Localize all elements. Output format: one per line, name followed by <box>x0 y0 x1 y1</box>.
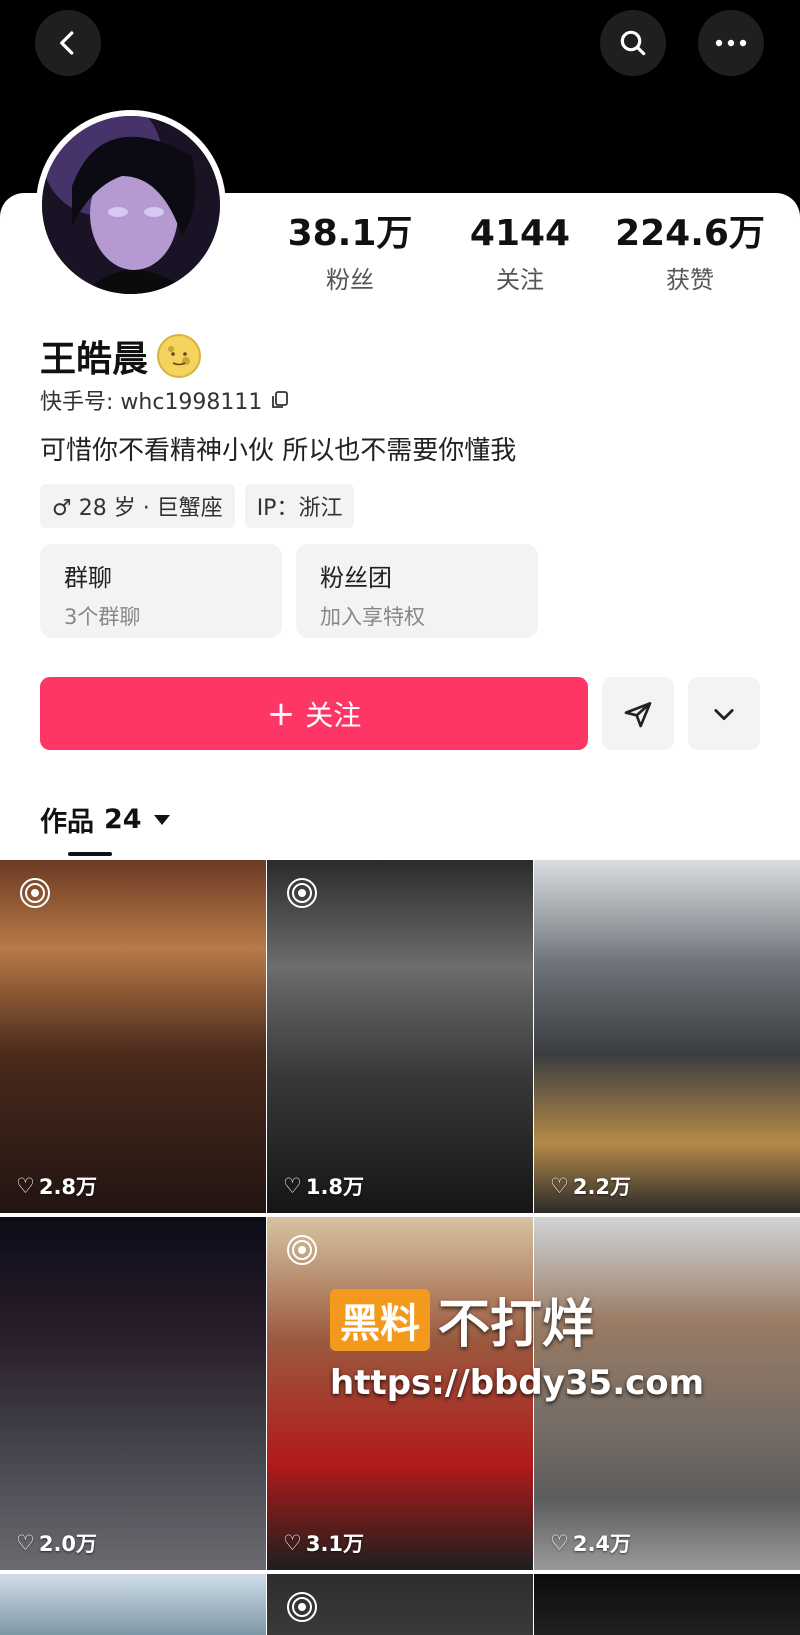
like-count: ♡ 2.0万 <box>16 1531 98 1556</box>
stat-followers[interactable]: 38.1万 粉丝 <box>270 212 430 295</box>
feature-cards: 群聊 3个群聊 粉丝团 加入享特权 <box>40 544 538 638</box>
stat-following[interactable]: 4144 关注 <box>440 212 600 295</box>
chevron-down-icon <box>714 708 734 720</box>
watermark: 黑料 不打烊 https://bbdy35.com <box>330 1282 704 1403</box>
like-count: ♡ 2.4万 <box>550 1531 632 1556</box>
more-button[interactable] <box>698 10 764 76</box>
search-icon <box>620 30 646 56</box>
heart-icon: ♡ <box>283 1174 302 1198</box>
stat-value: 38.1万 <box>287 213 413 254</box>
watermark-logo: 黑料 <box>330 1288 430 1351</box>
video-tile[interactable] <box>0 1574 266 1635</box>
video-tile[interactable] <box>534 1574 800 1635</box>
stats-row: 38.1万 粉丝 4144 关注 224.6万 获赞 <box>270 212 770 295</box>
like-count: ♡ 3.1万 <box>283 1531 365 1556</box>
heart-icon: ♡ <box>550 1531 569 1555</box>
tag-ip: IP：浙江 <box>244 484 355 528</box>
moon-face-emoji-icon <box>157 334 202 378</box>
video-tile[interactable]: ♡ 2.8万 <box>0 860 266 1213</box>
chevron-left-icon <box>60 31 74 55</box>
avatar-illustration <box>42 116 220 294</box>
stat-label: 获赞 <box>666 266 714 294</box>
kwai-id[interactable]: 快手号: whc1998111 <box>40 384 290 416</box>
video-tile[interactable]: ♡ 2.2万 <box>534 860 800 1213</box>
bio: 可惜你不看精神小伙 所以也不需要你懂我 <box>40 436 517 466</box>
works-tab[interactable]: 作品 24 <box>40 800 170 839</box>
stat-value: 4144 <box>469 213 571 254</box>
name-row: 王皓晨 <box>40 330 202 382</box>
feature-title: 粉丝团 <box>320 564 392 592</box>
tag-age: ♂ 28 岁 · 巨蟹座 <box>40 484 235 528</box>
like-count: ♡ 2.2万 <box>550 1174 632 1199</box>
works-grid: ♡ 2.8万 ♡ 1.8万 ♡ 2.2万 ♡ 2.0万 ♡ 3.1万 ♡ 2.4万 <box>0 860 800 1635</box>
send-icon <box>624 701 652 727</box>
caret-down-icon <box>153 814 170 825</box>
live-icon <box>287 878 317 908</box>
watermark-url: https://bbdy35.com <box>330 1363 705 1403</box>
heart-icon: ♡ <box>16 1531 35 1555</box>
live-icon <box>287 1235 317 1265</box>
live-icon <box>287 1592 317 1622</box>
more-horizontal-icon <box>715 39 747 47</box>
tags-row: ♂ 28 岁 · 巨蟹座 IP：浙江 <box>40 484 355 528</box>
avatar[interactable] <box>36 110 226 300</box>
dropdown-button[interactable] <box>688 677 760 750</box>
follow-label: 关注 <box>305 698 362 732</box>
feature-subtitle: 3个群聊 <box>64 605 141 629</box>
feature-subtitle: 加入享特权 <box>320 605 425 629</box>
video-tile[interactable] <box>267 1574 533 1635</box>
fan-club-card[interactable]: 粉丝团 加入享特权 <box>296 544 538 638</box>
stat-label: 粉丝 <box>326 266 374 294</box>
watermark-text: 不打烊 <box>438 1295 595 1355</box>
stat-likes[interactable]: 224.6万 获赞 <box>610 212 770 295</box>
copy-icon[interactable] <box>270 390 290 410</box>
feature-title: 群聊 <box>64 564 112 592</box>
plus-icon: + <box>266 693 296 734</box>
video-tile[interactable]: ♡ 2.0万 <box>0 1217 266 1570</box>
heart-icon: ♡ <box>550 1174 569 1198</box>
works-label: 作品 <box>40 807 94 838</box>
watermark-row: 黑料 不打烊 <box>330 1282 704 1357</box>
heart-icon: ♡ <box>16 1174 35 1198</box>
tab-underline <box>68 852 112 856</box>
like-count: ♡ 1.8万 <box>283 1174 365 1199</box>
share-button[interactable] <box>602 677 674 750</box>
kwai-id-text: 快手号: whc1998111 <box>40 390 263 415</box>
like-count: ♡ 2.8万 <box>16 1174 98 1199</box>
profile-name: 王皓晨 <box>40 339 149 380</box>
video-tile[interactable]: ♡ 1.8万 <box>267 860 533 1213</box>
group-chat-card[interactable]: 群聊 3个群聊 <box>40 544 282 638</box>
works-count: 24 <box>104 804 142 835</box>
follow-button[interactable]: + 关注 <box>40 677 588 750</box>
stat-label: 关注 <box>496 266 544 294</box>
back-button[interactable] <box>35 10 101 76</box>
heart-icon: ♡ <box>283 1531 302 1555</box>
search-button[interactable] <box>600 10 666 76</box>
stat-value: 224.6万 <box>615 213 765 254</box>
live-icon <box>20 878 50 908</box>
